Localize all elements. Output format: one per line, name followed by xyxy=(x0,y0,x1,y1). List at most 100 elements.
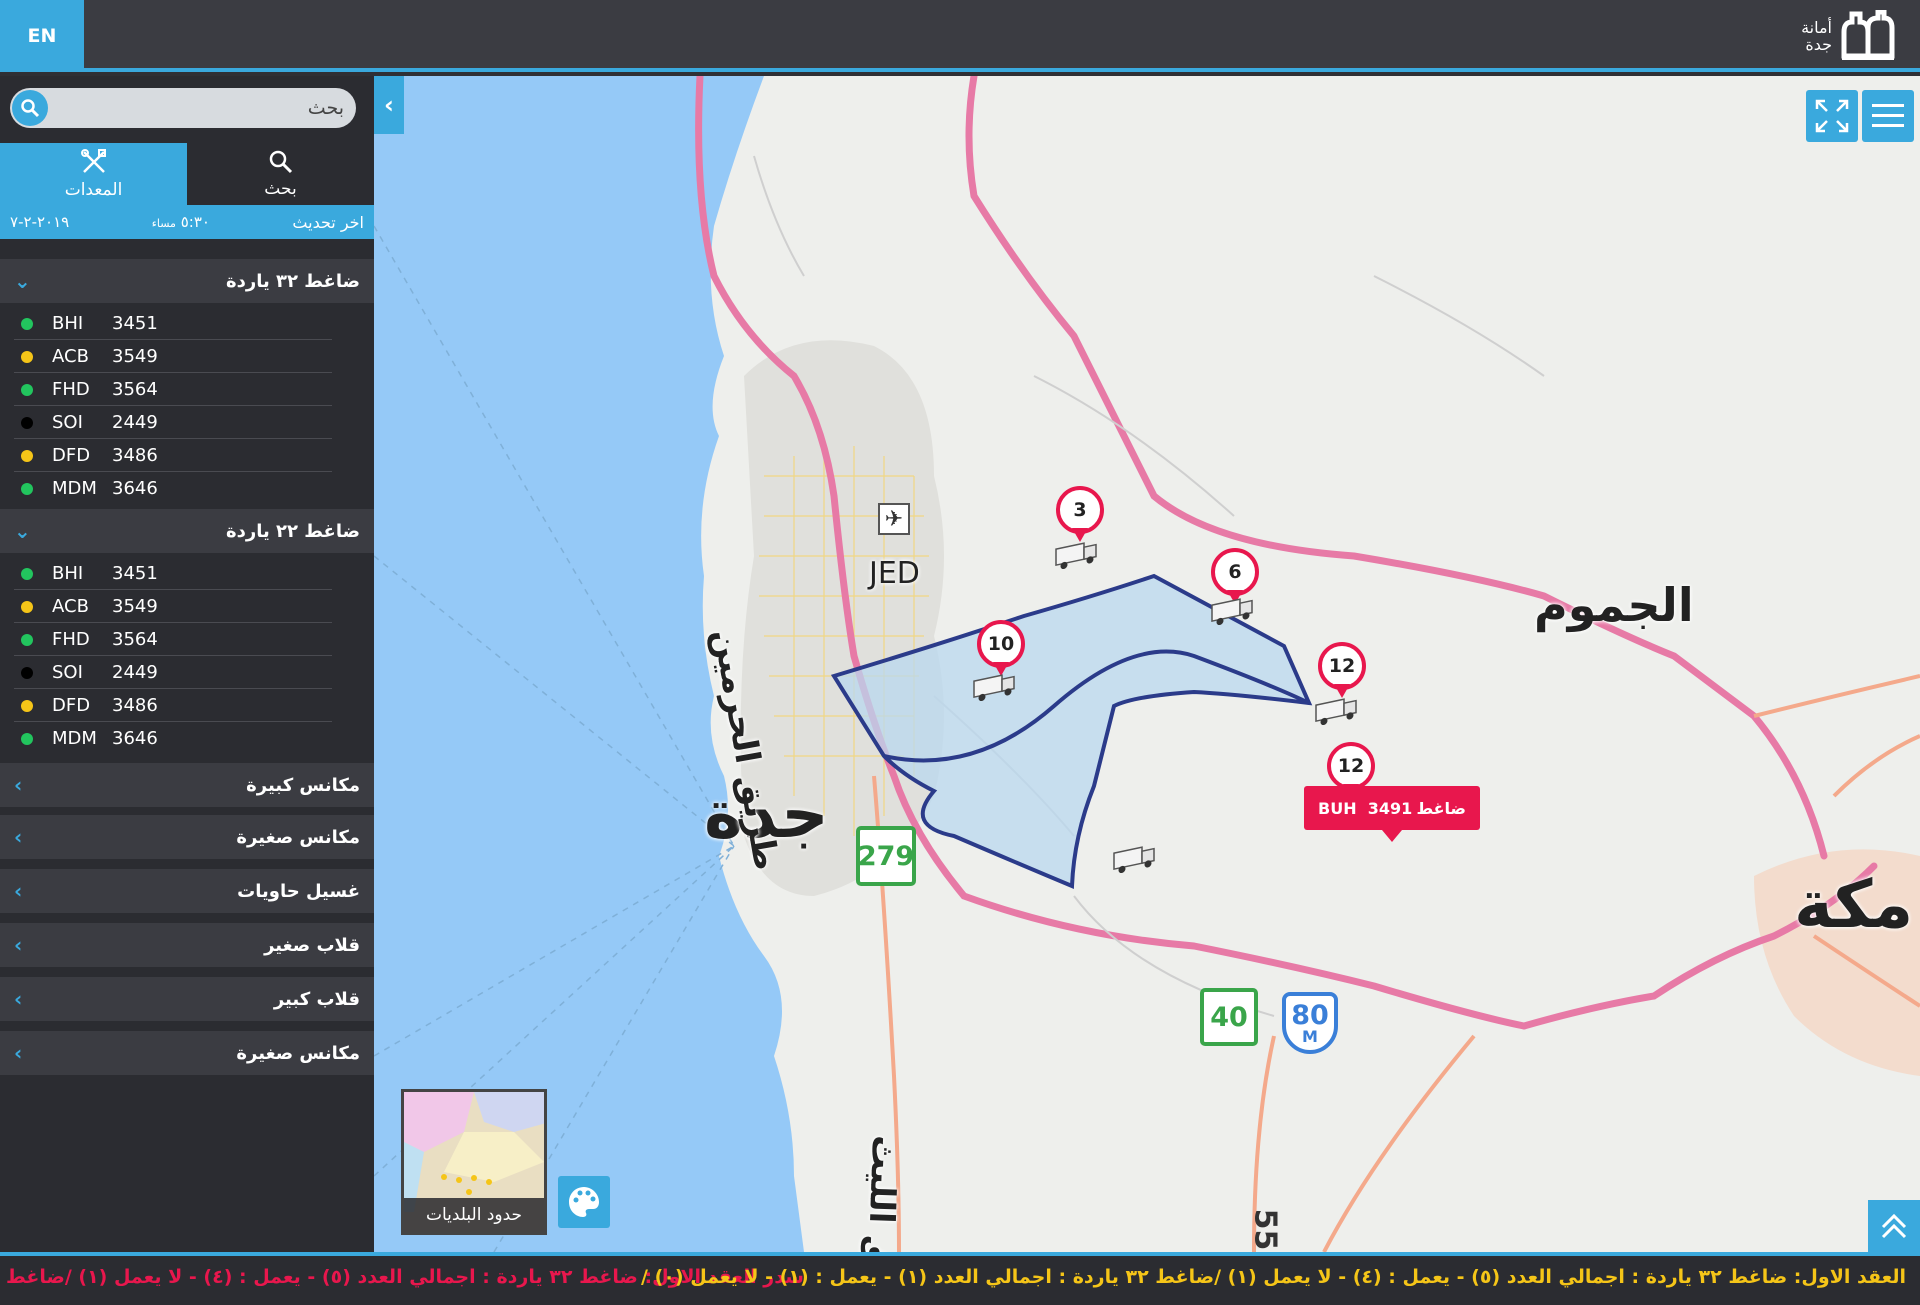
truck-icon[interactable] xyxy=(1312,694,1362,730)
vehicle-number: 2449 xyxy=(112,662,158,683)
category-row[interactable]: ‹ غسيل حاويات xyxy=(0,869,374,913)
category-label: مكانس صغيرة xyxy=(236,826,360,848)
chevron-left-icon: ‹ xyxy=(384,91,394,119)
tools-icon xyxy=(80,149,106,173)
vehicle-code: BHI xyxy=(52,563,84,584)
truck-icon[interactable] xyxy=(1052,538,1102,574)
road-shield-80-label: 80 xyxy=(1291,999,1329,1031)
last-update-time: ٥:٣٠ مساء xyxy=(152,213,210,231)
style-palette-button[interactable] xyxy=(558,1176,610,1228)
vehicle-code: DFD xyxy=(52,695,91,716)
category-label: مكانس كبيرة xyxy=(246,774,360,796)
category-row[interactable]: ‹ مكانس صغيرة xyxy=(0,815,374,859)
brand-logo: أمانة جدة xyxy=(1801,10,1896,62)
chevron-down-icon: ⌄ xyxy=(14,519,31,543)
vehicle-number: 3564 xyxy=(112,629,158,650)
vehicle-row[interactable]: MDM 3646 xyxy=(0,472,374,505)
truck-icon[interactable] xyxy=(1208,594,1258,630)
group-header[interactable]: ⌄ ضاغط ٢٢ ياردة xyxy=(0,509,374,553)
vehicle-row[interactable]: SOI 2449 xyxy=(0,406,374,439)
map-label-airport: JED xyxy=(869,556,920,591)
vehicle-code: MDM xyxy=(52,728,97,749)
road-shield-279-label: 279 xyxy=(857,840,915,872)
vehicle-row[interactable]: FHD 3564 xyxy=(0,623,374,656)
vehicle-row[interactable]: FHD 3564 xyxy=(0,373,374,406)
vehicle-row[interactable]: BHI 3451 xyxy=(0,307,374,340)
sidebar-tabs: المعدات بحث xyxy=(0,143,374,205)
cluster-count: 12 xyxy=(1327,742,1375,790)
vehicle-row[interactable]: DFD 3486 xyxy=(0,689,374,722)
status-dot xyxy=(21,666,33,679)
category-row[interactable]: ‹ مكانس صغيرة xyxy=(0,1031,374,1075)
vehicle-code: ACB xyxy=(52,346,89,367)
fullscreen-button[interactable] xyxy=(1806,90,1858,142)
chevron-left-icon: ‹ xyxy=(14,773,23,797)
airport-icon: ✈ xyxy=(878,503,910,535)
language-toggle-button[interactable]: EN xyxy=(0,0,84,72)
menu-button[interactable] xyxy=(1862,90,1914,142)
vehicle-number: 3486 xyxy=(112,695,158,716)
last-update-time-value: ٥:٣٠ xyxy=(180,213,210,231)
last-update-period: مساء xyxy=(151,217,176,230)
chevron-left-icon: ‹ xyxy=(14,987,23,1011)
vehicle-code: SOI xyxy=(52,412,83,433)
category-row[interactable]: ‹ قلاب كبير xyxy=(0,977,374,1021)
scroll-up-button[interactable] xyxy=(1868,1200,1920,1252)
category-label: غسيل حاويات xyxy=(237,880,360,902)
vehicle-row[interactable]: ACB 3549 xyxy=(0,590,374,623)
category-row[interactable]: ‹ قلاب صغير xyxy=(0,923,374,967)
selected-vehicle-tooltip[interactable]: BUH 3491 ضاغط xyxy=(1304,786,1480,842)
category-label: مكانس صغيرة xyxy=(236,1042,360,1064)
group-header[interactable]: ⌄ ضاغط ٣٢ ياردة xyxy=(0,259,374,303)
vehicle-row[interactable]: DFD 3486 xyxy=(0,439,374,472)
status-dot xyxy=(21,416,33,429)
cluster-count: 12 xyxy=(1318,642,1366,690)
chevron-left-icon: ‹ xyxy=(14,879,23,903)
sidebar-collapse-button[interactable]: ‹ xyxy=(374,76,404,134)
search-button[interactable] xyxy=(12,90,48,126)
tab-search[interactable]: بحث xyxy=(187,143,374,205)
vehicle-row[interactable]: SOI 2449 xyxy=(0,656,374,689)
vehicle-number: 3564 xyxy=(112,379,158,400)
vehicle-number: 3549 xyxy=(112,346,158,367)
tooltip-code: BUH 3491 xyxy=(1318,799,1412,818)
cluster-marker[interactable]: 3 xyxy=(1056,486,1104,544)
status-dot xyxy=(21,600,33,613)
vehicle-number: 2449 xyxy=(112,412,158,433)
vehicle-code: SOI xyxy=(52,662,83,683)
group-title: ضاغط ٢٢ ياردة xyxy=(226,520,360,542)
sidebar: المعدات بحث اخر تحديث ٥:٣٠ مساء ٢٠١٩-٢-٧… xyxy=(0,76,374,1252)
road-shield-279: 279 xyxy=(856,826,916,886)
vehicle-code: ACB xyxy=(52,596,89,617)
truck-icon[interactable] xyxy=(970,670,1020,706)
road-shield-55: 55 xyxy=(1247,1209,1282,1251)
chevron-down-icon: ⌄ xyxy=(14,269,31,293)
search-input[interactable] xyxy=(54,88,344,128)
last-update-bar: اخر تحديث ٥:٣٠ مساء ٢٠١٩-٢-٧ xyxy=(0,205,374,239)
truck-icon[interactable] xyxy=(1110,842,1160,878)
cluster-marker[interactable]: 12 xyxy=(1318,642,1366,700)
tab-equipment[interactable]: المعدات xyxy=(0,143,187,205)
layer-switcher-thumbnail[interactable]: حدود البلديات xyxy=(401,1089,547,1235)
search-icon xyxy=(269,150,292,174)
vehicle-row[interactable]: MDM 3646 xyxy=(0,722,374,755)
vehicle-row[interactable]: BHI 3451 xyxy=(0,557,374,590)
map-label-jumum: الجموم xyxy=(1534,578,1694,632)
road-shield-40: 40 xyxy=(1200,988,1258,1046)
vehicle-number: 3549 xyxy=(112,596,158,617)
vehicle-number: 3451 xyxy=(112,313,158,334)
status-dot xyxy=(21,383,33,396)
search-icon xyxy=(21,99,40,118)
top-bar: EN أمانة جدة xyxy=(0,0,1920,72)
brand-text: أمانة جدة xyxy=(1801,19,1832,53)
category-row[interactable]: ‹ مكانس كبيرة xyxy=(0,763,374,807)
map-view[interactable]: جدة مكة الجموم طريق الحرمين طريق الليث J… xyxy=(374,76,1920,1252)
map-label-makkah: مكة xyxy=(1794,866,1914,943)
status-dot xyxy=(21,482,33,495)
vehicle-row[interactable]: ACB 3549 xyxy=(0,340,374,373)
palette-icon xyxy=(569,1187,599,1217)
road-shield-80-sub: M xyxy=(1302,1026,1318,1046)
last-update-date: ٢٠١٩-٢-٧ xyxy=(10,213,70,231)
status-dot xyxy=(21,350,33,363)
fullscreen-icon xyxy=(1815,99,1849,133)
